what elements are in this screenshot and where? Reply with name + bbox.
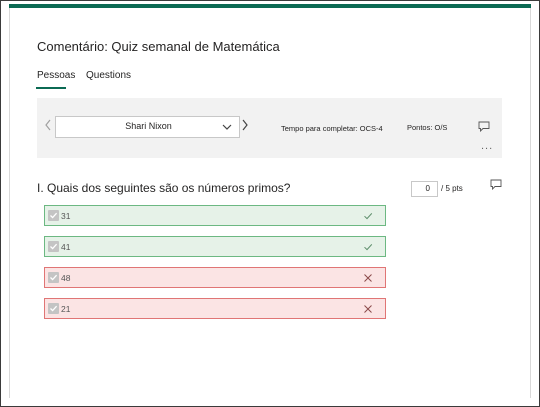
accent-bar bbox=[9, 4, 531, 8]
respondent-select[interactable]: Shari Nixon bbox=[55, 116, 240, 138]
window-frame bbox=[0, 0, 540, 407]
question-text: I. Quais dos seguintes são os números pr… bbox=[37, 181, 291, 195]
tab-questions[interactable]: Questions bbox=[86, 70, 131, 81]
tab-pessoas[interactable]: Pessoas bbox=[37, 70, 75, 81]
checkbox-checked-icon bbox=[48, 272, 59, 283]
score-total: / 5 pts bbox=[441, 184, 463, 193]
card-border-right bbox=[530, 8, 531, 398]
question-comment-icon[interactable] bbox=[490, 179, 502, 190]
option-label: 48 bbox=[61, 273, 71, 283]
option-label: 41 bbox=[61, 242, 71, 252]
chevron-left-icon bbox=[45, 119, 51, 131]
option-label: 21 bbox=[61, 304, 71, 314]
answer-option-21: 21 bbox=[44, 298, 386, 319]
chevron-right-icon bbox=[242, 119, 248, 131]
check-icon bbox=[364, 213, 373, 220]
active-tab-indicator bbox=[36, 87, 66, 89]
points-summary: Pontos: O/S bbox=[407, 123, 448, 132]
x-icon bbox=[364, 274, 372, 282]
score-input[interactable]: 0 bbox=[411, 181, 438, 197]
comment-icon[interactable] bbox=[478, 121, 490, 132]
time-to-complete: Tempo para completar: OCS-4 bbox=[281, 124, 383, 133]
answer-option-41: 41 bbox=[44, 236, 386, 257]
checkbox-checked-icon bbox=[48, 241, 59, 252]
card-border-left bbox=[9, 8, 10, 398]
checkbox-checked-icon bbox=[48, 210, 59, 221]
more-options-button[interactable]: ... bbox=[481, 140, 493, 152]
check-icon bbox=[364, 244, 373, 251]
chevron-down-icon bbox=[222, 124, 232, 130]
respondent-name: Shari Nixon bbox=[125, 121, 172, 131]
previous-respondent-button[interactable] bbox=[44, 118, 52, 135]
answer-option-31: 31 bbox=[44, 205, 386, 226]
checkbox-checked-icon bbox=[48, 303, 59, 314]
option-label: 31 bbox=[61, 211, 71, 221]
x-icon bbox=[364, 305, 372, 313]
page-title: Comentário: Quiz semanal de Matemática bbox=[37, 39, 280, 54]
answer-option-48: 48 bbox=[44, 267, 386, 288]
next-respondent-button[interactable] bbox=[241, 118, 249, 135]
